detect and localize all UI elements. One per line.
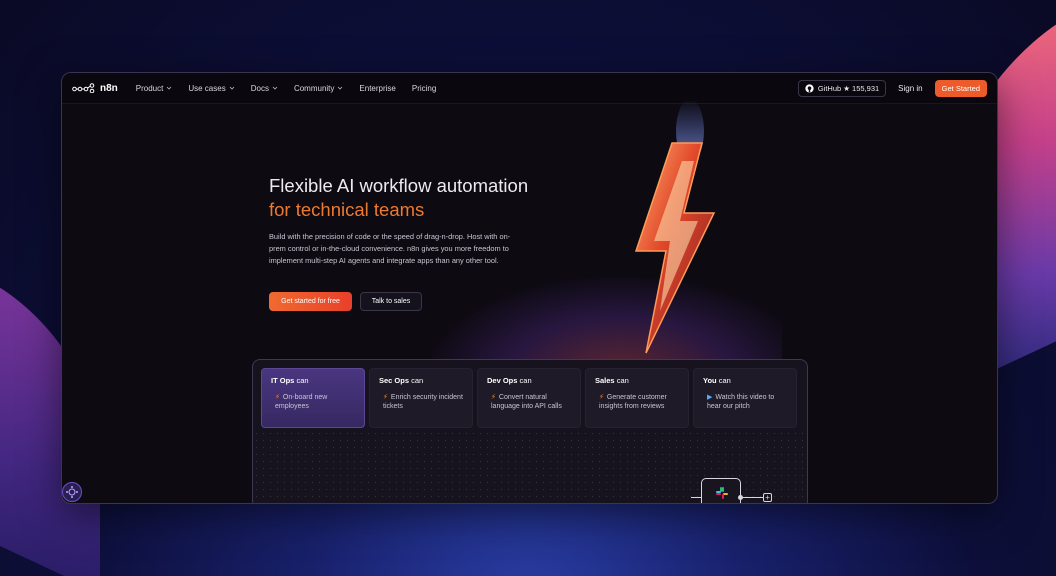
github-label: GitHub ★ 155,931: [817, 83, 880, 93]
brand-name: n8n: [100, 82, 118, 94]
nav-item-product[interactable]: Product: [136, 84, 173, 93]
sparkle-icon: [66, 486, 78, 498]
nav-item-docs[interactable]: Docs: [251, 84, 278, 93]
lightning-bolt-illustration: [634, 101, 716, 354]
get-started-free-button[interactable]: Get started for free: [269, 292, 352, 311]
tab-desc-text: Enrich security incident tickets: [383, 394, 463, 410]
tab-description: ⚡ Generate customer insights from reviews: [595, 393, 679, 411]
tab-title: Sales can: [595, 376, 679, 385]
chevron-down-icon: [229, 86, 235, 90]
tab-sec-ops[interactable]: Sec Ops can ⚡ Enrich security incident ti…: [369, 368, 473, 428]
tab-role: IT Ops: [271, 376, 295, 385]
use-case-tabs: IT Ops can ⚡ On-board new employees Sec O…: [261, 368, 797, 428]
tab-description: ▶ Watch this video to hear our pitch: [703, 393, 787, 411]
hero-title-line2: for technical teams: [269, 199, 425, 220]
tab-role: Dev Ops: [487, 376, 518, 385]
tab-desc-text: Convert natural language into API calls: [491, 394, 562, 410]
tab-suffix: can: [519, 376, 532, 385]
top-navigation: n8n Product Use cases Docs Community Ent…: [62, 73, 997, 104]
get-started-button[interactable]: Get Started: [934, 79, 987, 97]
bolt-icon: ⚡: [383, 394, 388, 401]
tab-description: ⚡ Convert natural language into API calls: [487, 393, 571, 411]
nav-right-group: GitHub ★ 155,931 Sign in Get Started: [797, 79, 987, 97]
tab-role: You: [703, 376, 717, 385]
slack-icon: [716, 487, 728, 499]
nav-item-enterprise[interactable]: Enterprise: [359, 84, 395, 93]
nav-item-label: Docs: [250, 83, 269, 93]
nav-item-label: Product: [135, 83, 164, 93]
workflow-connector-in: [691, 497, 701, 498]
hero-description: Build with the precision of code or the …: [269, 232, 511, 265]
nav-item-use-cases[interactable]: Use cases: [188, 83, 235, 93]
tab-role: Sec Ops: [379, 376, 410, 385]
play-icon: ▶: [707, 394, 713, 401]
bolt-icon: ⚡: [599, 394, 604, 401]
nav-item-pricing[interactable]: Pricing: [412, 84, 436, 93]
tab-description: ⚡ On-board new employees: [271, 393, 355, 411]
chevron-down-icon: [272, 86, 278, 90]
tab-desc-text: Watch this video to hear our pitch: [707, 394, 775, 410]
bolt-icon: ⚡: [491, 394, 496, 401]
add-node-plus-icon[interactable]: +: [763, 493, 772, 502]
tab-dev-ops[interactable]: Dev Ops can ⚡ Convert natural language in…: [477, 368, 581, 428]
tab-title: IT Ops can: [271, 376, 355, 385]
nav-item-label: Enterprise: [359, 83, 396, 93]
chat-assistant-icon[interactable]: [62, 482, 82, 502]
tab-desc-text: Generate customer insights from reviews: [599, 394, 667, 410]
chevron-down-icon: [338, 86, 343, 90]
nav-item-label: Pricing: [411, 83, 437, 93]
hero-title-line1: Flexible AI workflow automation: [269, 175, 529, 196]
tab-you[interactable]: You can ▶ Watch this video to hear our pi…: [693, 368, 797, 428]
nav-item-community[interactable]: Community: [294, 84, 343, 93]
use-case-panel: IT Ops can ⚡ On-board new employees Sec O…: [252, 359, 808, 503]
nav-item-label: Use cases: [188, 83, 226, 93]
github-stars-button[interactable]: GitHub ★ 155,931: [797, 79, 887, 97]
tab-suffix: can: [616, 376, 629, 385]
tab-description: ⚡ Enrich security incident tickets: [379, 393, 463, 411]
chevron-down-icon: [167, 86, 172, 90]
tab-suffix: can: [411, 376, 424, 385]
talk-to-sales-button[interactable]: Talk to sales: [360, 292, 422, 311]
workflow-connector-out: [743, 497, 763, 498]
tab-suffix: can: [296, 376, 309, 385]
nav-item-label: Community: [293, 83, 335, 93]
tab-title: Sec Ops can: [379, 376, 463, 385]
tab-it-ops[interactable]: IT Ops can ⚡ On-board new employees: [261, 368, 365, 428]
browser-window: n8n Product Use cases Docs Community Ent…: [61, 72, 998, 504]
tab-title: You can: [703, 376, 787, 385]
tab-suffix: can: [718, 376, 731, 385]
n8n-logo-icon: [72, 83, 95, 93]
sign-in-link[interactable]: Sign in: [898, 84, 922, 93]
logo[interactable]: n8n: [72, 83, 118, 94]
tab-role: Sales: [595, 376, 615, 385]
tab-title: Dev Ops can: [487, 376, 571, 385]
tab-sales[interactable]: Sales can ⚡ Generate customer insights fr…: [585, 368, 689, 428]
bolt-icon: ⚡: [275, 394, 280, 401]
slack-node[interactable]: [701, 478, 741, 503]
tab-desc-text: On-board new employees: [275, 394, 328, 410]
github-icon: [805, 83, 814, 93]
